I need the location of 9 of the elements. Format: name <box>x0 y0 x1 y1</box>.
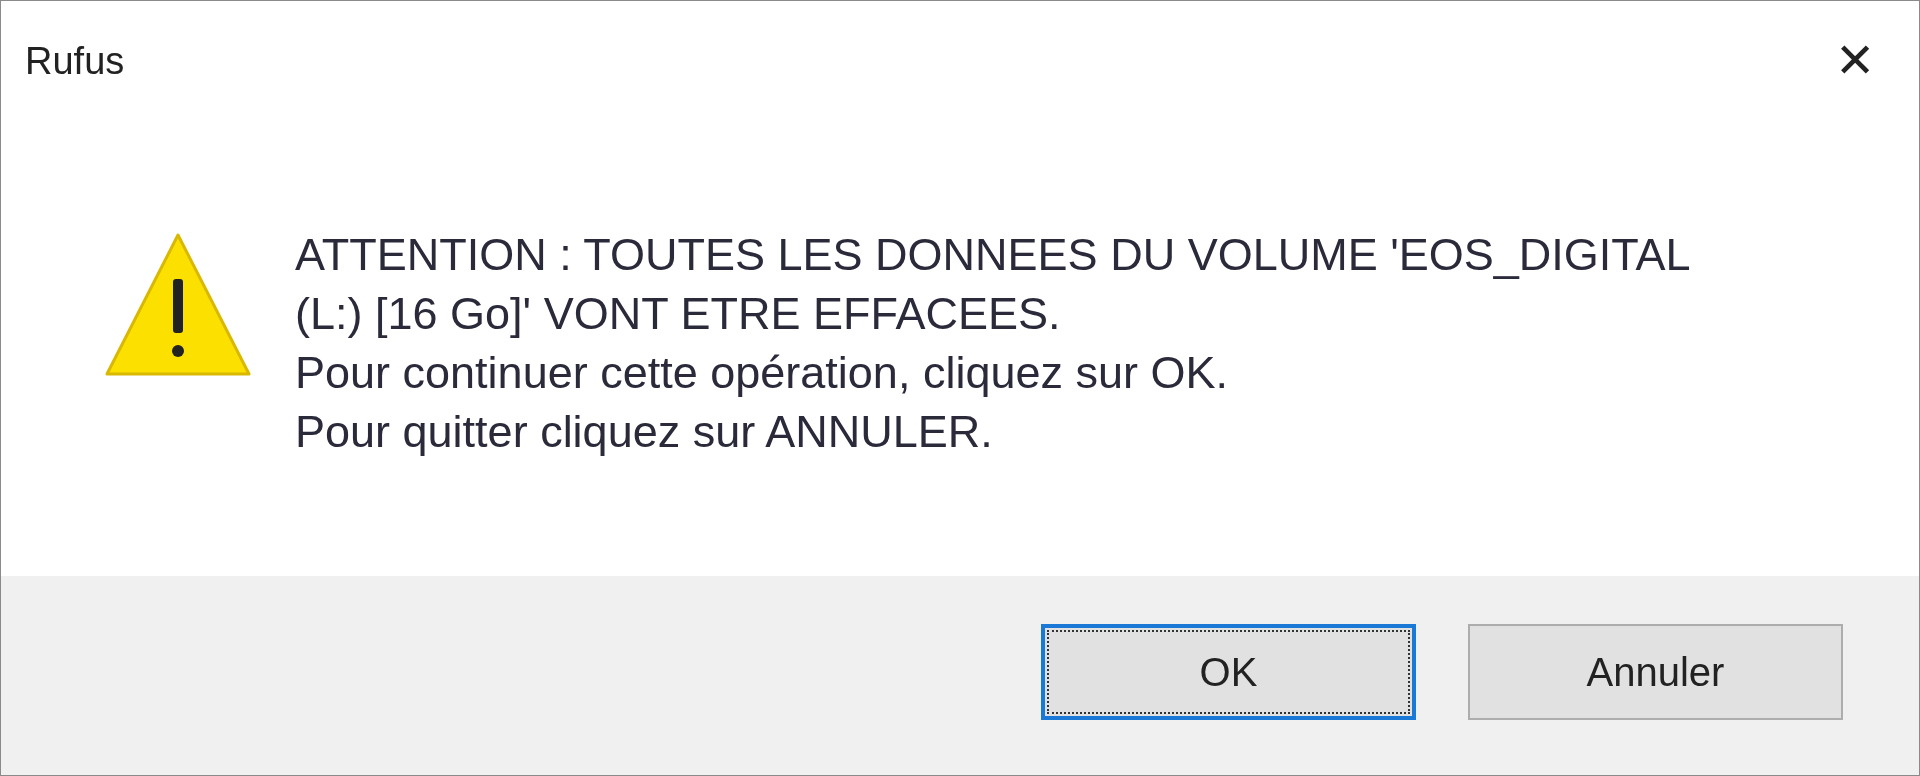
message-line: Pour quitter cliquez sur ANNULER. <box>295 405 994 459</box>
close-button[interactable]: ✕ <box>1835 37 1875 85</box>
message-line: ATTENTION : TOUTES LES DONNEES DU VOLUME 'EOS_DIGITAL <box>295 228 1691 282</box>
dialog-button[interactable]: OK <box>1041 624 1416 720</box>
warning-icon <box>103 231 253 378</box>
window-title: Rufus <box>25 38 125 84</box>
message-line: (L:) [16 Go]' VONT ETRE EFFACEES. <box>295 287 1062 341</box>
dialog-button[interactable]: Annuler <box>1468 624 1843 720</box>
message-line: Pour continuer cette opération, cliquez sur OK. <box>295 346 1229 400</box>
